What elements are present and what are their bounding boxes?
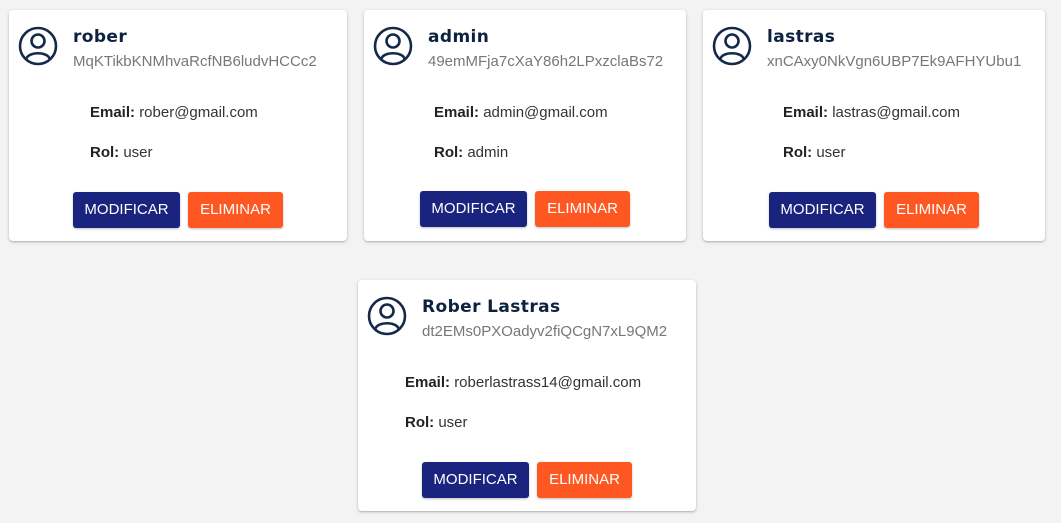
user-id: MqKTikbKNMhvaRcfNB6ludvHCCc2	[73, 53, 317, 70]
delete-button[interactable]: ELIMINAR	[537, 462, 632, 498]
user-email-row: Email: rober@gmail.com	[90, 104, 258, 121]
user-name: rober	[73, 27, 128, 47]
email-label: Email:	[90, 104, 136, 121]
user-email-row: Email: admin@gmail.com	[434, 104, 608, 121]
user-email: admin@gmail.com	[483, 104, 608, 121]
email-label: Email:	[783, 104, 829, 121]
user-rol-row: Rol: user	[783, 144, 846, 161]
user-card: rober MqKTikbKNMhvaRcfNB6ludvHCCc2 Email…	[9, 10, 347, 241]
user-name: Rober Lastras	[422, 297, 561, 317]
user-email-row: Email: lastras@gmail.com	[783, 104, 960, 121]
user-email-row: Email: roberlastrass14@gmail.com	[405, 374, 641, 391]
user-rol: admin	[467, 144, 509, 161]
user-card: Rober Lastras dt2EMs0PXOadyv2fiQCgN7xL9Q…	[358, 280, 696, 511]
user-rol: user	[816, 144, 846, 161]
rol-label: Rol:	[90, 144, 120, 161]
user-id: 49emMFja7cXaY86h2LPxzclaBs72	[428, 53, 664, 70]
delete-button[interactable]: ELIMINAR	[884, 192, 979, 228]
user-cards-grid: rober MqKTikbKNMhvaRcfNB6ludvHCCc2 Email…	[0, 0, 1061, 523]
user-email: roberlastrass14@gmail.com	[454, 374, 642, 391]
modify-button[interactable]: MODIFICAR	[769, 192, 876, 228]
rol-label: Rol:	[405, 414, 435, 431]
rol-label: Rol:	[783, 144, 813, 161]
user-name: admin	[428, 27, 490, 47]
account-circle-icon	[367, 296, 407, 336]
email-label: Email:	[434, 104, 480, 121]
user-id: dt2EMs0PXOadyv2fiQCgN7xL9QM2	[422, 323, 668, 340]
modify-button[interactable]: MODIFICAR	[420, 191, 527, 227]
modify-button[interactable]: MODIFICAR	[422, 462, 529, 498]
user-email: lastras@gmail.com	[832, 104, 960, 121]
user-email: rober@gmail.com	[139, 104, 258, 121]
account-circle-icon	[18, 26, 58, 66]
user-rol: user	[123, 144, 153, 161]
delete-button[interactable]: ELIMINAR	[535, 191, 630, 227]
user-name: lastras	[767, 27, 836, 47]
user-id: xnCAxy0NkVgn6UBP7Ek9AFHYUbu1	[767, 53, 1022, 70]
email-label: Email:	[405, 374, 451, 391]
modify-button[interactable]: MODIFICAR	[73, 192, 180, 228]
user-rol: user	[438, 414, 468, 431]
user-card: admin 49emMFja7cXaY86h2LPxzclaBs72 Email…	[364, 10, 686, 241]
user-rol-row: Rol: user	[405, 414, 468, 431]
rol-label: Rol:	[434, 144, 464, 161]
delete-button[interactable]: ELIMINAR	[188, 192, 283, 228]
account-circle-icon	[373, 26, 413, 66]
account-circle-icon	[712, 26, 752, 66]
user-rol-row: Rol: admin	[434, 144, 508, 161]
user-card: lastras xnCAxy0NkVgn6UBP7Ek9AFHYUbu1 Ema…	[703, 10, 1045, 241]
user-rol-row: Rol: user	[90, 144, 153, 161]
